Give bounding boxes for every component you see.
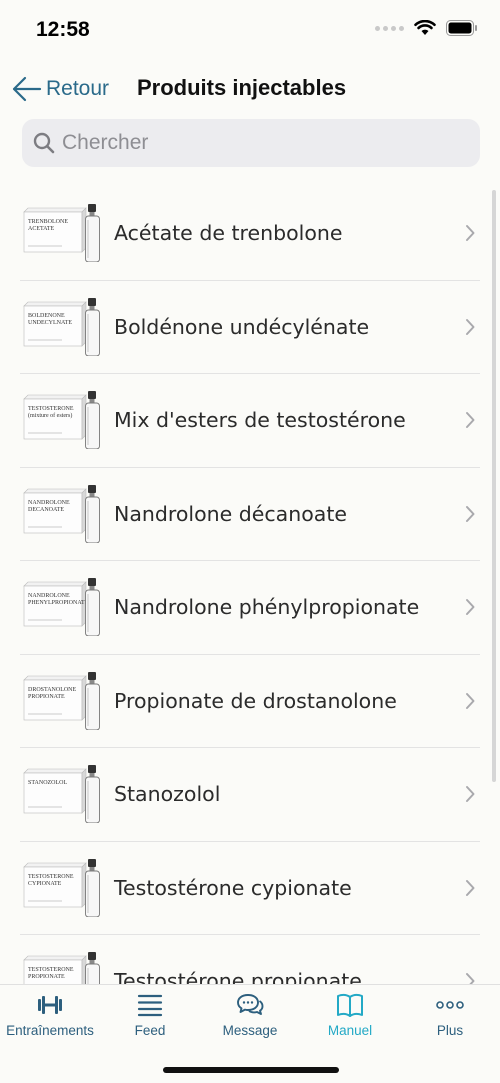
svg-text:DROSTANOLONE: DROSTANOLONE — [28, 687, 77, 693]
product-thumbnail: TESTOSTERONE (mixture of esters) — [22, 391, 110, 450]
svg-text:CYPIONATE: CYPIONATE — [28, 881, 62, 887]
product-thumbnail: TESTOSTERONE CYPIONATE — [22, 858, 110, 918]
svg-text:TRENBOLONE: TRENBOLONE — [28, 219, 68, 225]
list-item[interactable]: TESTOSTERONE CYPIONATE Testostérone cypi… — [20, 842, 480, 935]
dumbbell-icon — [38, 996, 62, 1014]
svg-text:UNDECYLNATE: UNDECYLNATE — [28, 320, 72, 326]
back-label: Retour — [46, 77, 110, 100]
tab-label: Feed — [134, 1023, 166, 1038]
back-button[interactable]: Retour — [10, 70, 109, 108]
chevron-right-icon — [466, 318, 475, 335]
svg-text:DECANOATE: DECANOATE — [28, 507, 64, 513]
chevron-right-icon — [466, 879, 475, 896]
svg-text:ACETATE: ACETATE — [28, 226, 55, 232]
back-arrow-icon — [12, 76, 42, 102]
list-item-label: Boldénone undécylénate — [114, 314, 370, 339]
product-thumbnail: TRENBOLONE ACETATE — [22, 204, 110, 263]
product-thumbnail: TESTOSTERONE PROPIONATE — [22, 952, 110, 984]
svg-text:(mixture of esters): (mixture of esters) — [28, 412, 72, 419]
chat-bubbles-icon — [237, 994, 264, 1015]
tab-label: Entraînements — [6, 1023, 94, 1038]
list-item-label: Nandrolone décanoate — [114, 501, 347, 526]
product-thumbnail: NANDROLONE PHENYLPROPIONATE — [22, 578, 110, 637]
chevron-right-icon — [466, 412, 475, 429]
status-bar: 12:58 — [0, 0, 500, 60]
svg-text:TESTOSTERONE: TESTOSTERONE — [28, 406, 74, 412]
list-item[interactable]: TESTOSTERONE PROPIONATE Testostérone pro… — [20, 935, 480, 984]
product-list: TRENBOLONE ACETATE Acétate de trenbolone — [20, 187, 480, 984]
page-title: Produits injectables — [137, 75, 347, 100]
svg-text:PHENYLPROPIONATE: PHENYLPROPIONATE — [28, 600, 89, 606]
list-item[interactable]: BOLDENONE UNDECYLNATE Boldénone undécylé… — [20, 281, 480, 374]
product-thumbnail: BOLDENONE UNDECYLNATE — [22, 297, 110, 357]
chevron-right-icon — [466, 692, 475, 709]
search-icon — [33, 132, 55, 154]
navigation-bar: Retour Produits injectables — [0, 70, 500, 108]
battery-icon — [446, 20, 477, 36]
chevron-right-icon — [466, 973, 475, 984]
list-item[interactable]: NANDROLONE PHENYLPROPIONATE Nandrolone p… — [20, 561, 480, 655]
tab-entrainements[interactable]: Entraînements — [0, 991, 100, 1038]
tab-feed[interactable]: Feed — [100, 991, 200, 1038]
list-item-label: Testostérone cypionate — [114, 875, 352, 900]
list-item-label: Testostérone propionate — [114, 969, 362, 984]
list-item-label: Acétate de trenbolone — [114, 221, 343, 246]
tab-label: Manuel — [327, 1023, 373, 1038]
list-item-label: Propionate de drostanolone — [114, 688, 397, 713]
product-thumbnail: STANOZOLOL — [22, 765, 110, 824]
list-item[interactable]: STANOZOLOL Stanozolol — [20, 748, 480, 842]
svg-text:PROPIONATE: PROPIONATE — [28, 974, 65, 980]
list-item-label: Stanozolol — [114, 782, 221, 807]
book-icon — [337, 993, 363, 1017]
list-item[interactable]: TRENBOLONE ACETATE Acétate de trenbolone — [20, 187, 480, 281]
svg-text:NANDROLONE: NANDROLONE — [28, 593, 70, 599]
svg-text:TESTOSTERONE: TESTOSTERONE — [28, 967, 74, 973]
chevron-right-icon — [466, 225, 475, 242]
tab-message[interactable]: Message — [200, 991, 300, 1038]
status-indicators — [375, 20, 478, 36]
chevron-right-icon — [466, 505, 475, 522]
svg-text:BOLDENONE: BOLDENONE — [28, 313, 65, 319]
tab-plus[interactable]: Plus — [400, 991, 500, 1038]
tab-manuel[interactable]: Manuel — [300, 991, 400, 1038]
chevron-right-icon — [466, 599, 475, 616]
list-item[interactable]: NANDROLONE DECANOATE Nandrolone décanoat… — [20, 468, 480, 561]
product-thumbnail: NANDROLONE DECANOATE — [22, 484, 110, 544]
search-bar[interactable] — [22, 119, 480, 167]
tab-label: Message — [222, 1023, 278, 1038]
wifi-icon — [414, 20, 436, 35]
list-item[interactable]: TESTOSTERONE (mixture of esters) Mix d'e… — [20, 374, 480, 468]
chevron-right-icon — [466, 786, 475, 803]
more-dots-icon — [436, 1001, 464, 1009]
svg-text:PROPIONATE: PROPIONATE — [28, 694, 65, 700]
tab-label: Plus — [436, 1023, 464, 1038]
scrollbar[interactable] — [492, 190, 496, 782]
cellular-signal-icon — [375, 25, 404, 31]
product-thumbnail: DROSTANOLONE PROPIONATE — [22, 671, 110, 731]
svg-text:STANOZOLOL: STANOZOLOL — [28, 780, 68, 786]
list-item-label: Nandrolone phénylpropionate — [114, 595, 420, 620]
home-indicator — [163, 1067, 339, 1073]
list-item[interactable]: DROSTANOLONE PROPIONATE Propionate de dr… — [20, 655, 480, 748]
status-time: 12:58 — [36, 18, 90, 41]
search-input[interactable] — [62, 131, 462, 155]
feed-lines-icon — [137, 994, 163, 1017]
list-item-label: Mix d'esters de testostérone — [114, 408, 406, 433]
svg-text:TESTOSTERONE: TESTOSTERONE — [28, 874, 74, 880]
svg-text:NANDROLONE: NANDROLONE — [28, 500, 70, 506]
